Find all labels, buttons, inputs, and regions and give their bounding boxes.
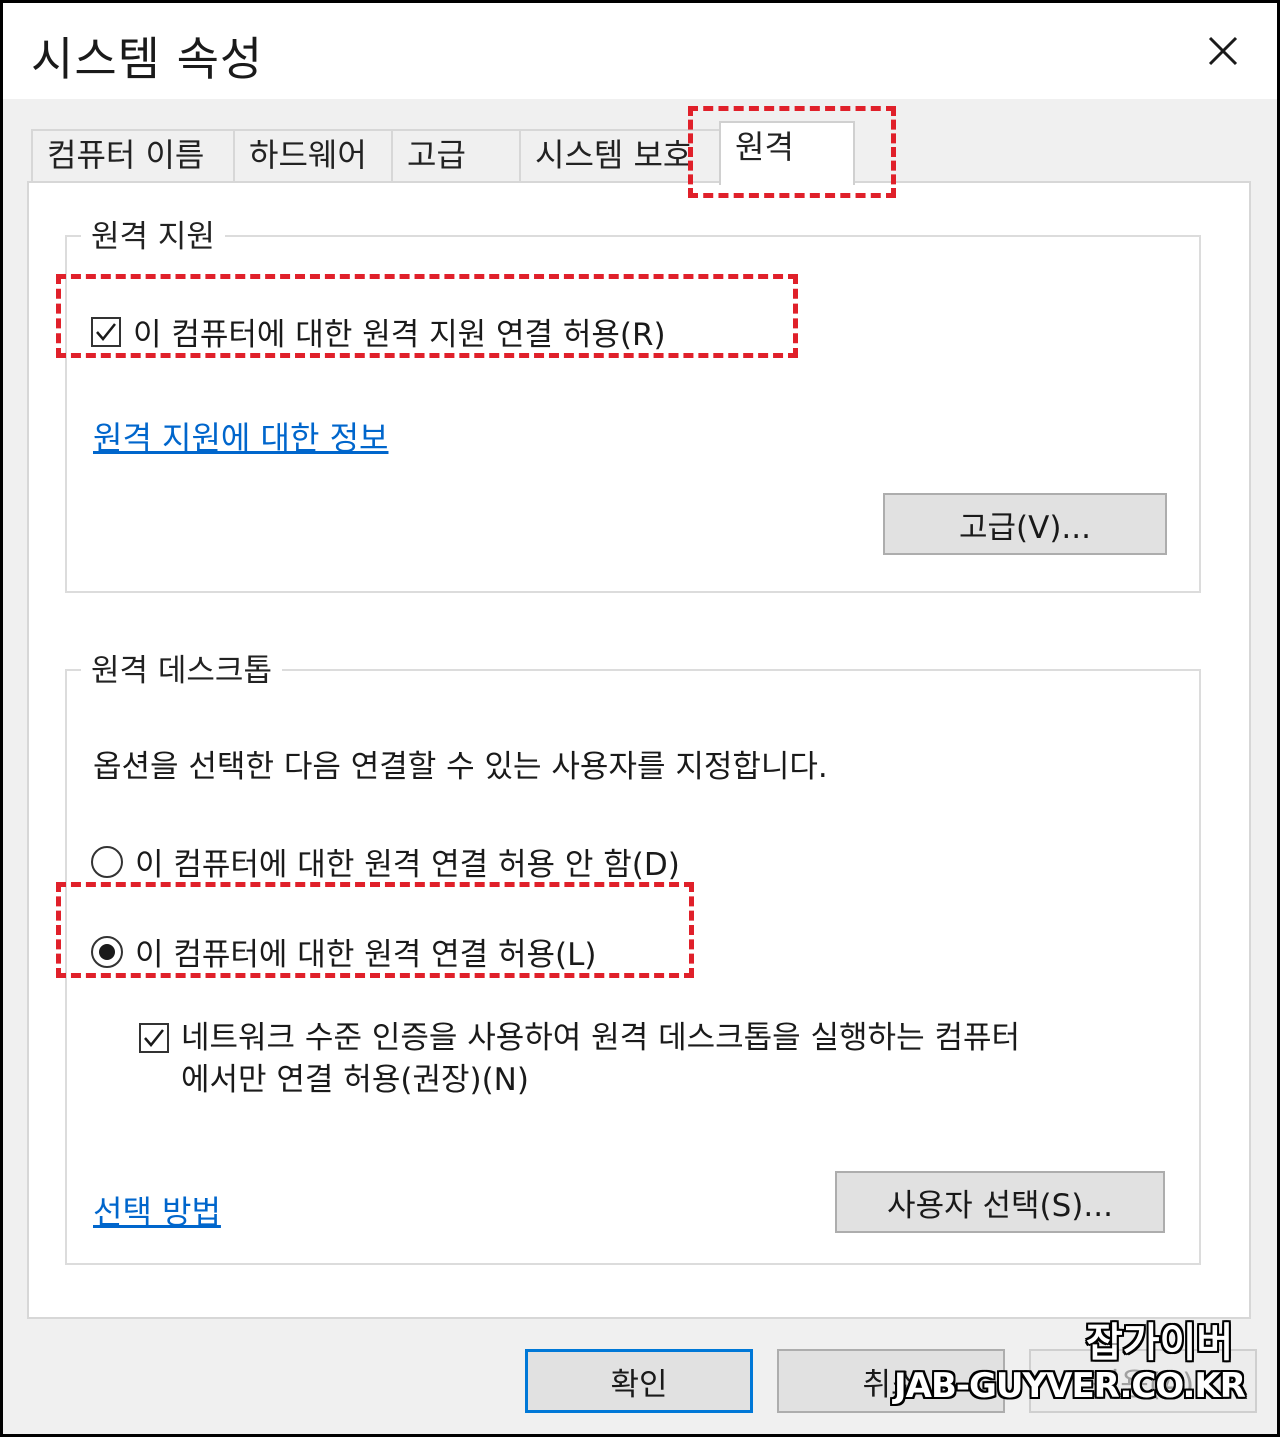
radio-deny-remote[interactable]: 이 컴퓨터에 대한 원격 연결 허용 안 함(D) bbox=[91, 839, 680, 884]
remote-assistance-group: 원격 지원 이 컴퓨터에 대한 원격 지원 연결 허용(R) 원격 지원에 대한… bbox=[65, 211, 1201, 593]
ok-button[interactable]: 확인 bbox=[525, 1349, 753, 1413]
tab-hardware[interactable]: 하드웨어 bbox=[233, 129, 393, 181]
watermark-korean: 잡가이버 bbox=[1086, 1320, 1234, 1366]
checkmark-icon bbox=[144, 1029, 164, 1047]
title-bar: 시스템 속성 bbox=[3, 3, 1277, 99]
allow-remote-assistance-checkbox[interactable]: 이 컴퓨터에 대한 원격 지원 연결 허용(R) bbox=[91, 309, 666, 354]
radio-dot bbox=[99, 943, 115, 960]
nla-label: 네트워크 수준 인증을 사용하여 원격 데스크톱을 실행하는 컴퓨터 에서만 연… bbox=[181, 1017, 1020, 1101]
close-button[interactable] bbox=[1183, 15, 1263, 87]
remote-tab-page: 원격 지원 이 컴퓨터에 대한 원격 지원 연결 허용(R) 원격 지원에 대한… bbox=[27, 181, 1251, 1319]
nla-checkbox[interactable]: 네트워크 수준 인증을 사용하여 원격 데스크톱을 실행하는 컴퓨터 에서만 연… bbox=[139, 1017, 1020, 1101]
checkbox-box[interactable] bbox=[91, 316, 121, 347]
tab-system-protection[interactable]: 시스템 보호 bbox=[519, 129, 723, 181]
allow-remote-assistance-label: 이 컴퓨터에 대한 원격 지원 연결 허용(R) bbox=[133, 317, 666, 353]
remote-assistance-title: 원격 지원 bbox=[81, 211, 225, 256]
window-title: 시스템 속성 bbox=[31, 32, 264, 86]
radio-deny-label: 이 컴퓨터에 대한 원격 연결 허용 안 함(D) bbox=[135, 847, 680, 883]
system-properties-dialog: 시스템 속성 컴퓨터 이름 하드웨어 고급 시스템 보호 원격 원격 지원 이 … bbox=[0, 0, 1280, 1437]
radio-allow-label: 이 컴퓨터에 대한 원격 연결 허용(L) bbox=[135, 937, 597, 973]
remote-desktop-title: 원격 데스크톱 bbox=[81, 645, 282, 690]
checkmark-icon bbox=[96, 322, 116, 341]
tab-advanced[interactable]: 고급 bbox=[391, 129, 521, 181]
remote-assistance-info-link[interactable]: 원격 지원에 대한 정보 bbox=[93, 413, 388, 459]
nla-label-line1: 네트워크 수준 인증을 사용하여 원격 데스크톱을 실행하는 컴퓨터 bbox=[181, 1020, 1021, 1056]
nla-label-line2: 에서만 연결 허용(권장)(N) bbox=[181, 1062, 529, 1098]
remote-desktop-description: 옵션을 선택한 다음 연결할 수 있는 사용자를 지정합니다. bbox=[93, 749, 828, 785]
radio-allow-remote[interactable]: 이 컴퓨터에 대한 원격 연결 허용(L) bbox=[91, 929, 597, 974]
radio-circle[interactable] bbox=[91, 845, 123, 878]
help-me-choose-link[interactable]: 선택 방법 bbox=[93, 1187, 221, 1233]
tab-remote[interactable]: 원격 bbox=[719, 121, 855, 185]
checkbox-box[interactable] bbox=[139, 1023, 169, 1053]
select-users-button[interactable]: 사용자 선택(S)... bbox=[835, 1171, 1165, 1233]
remote-desktop-group: 원격 데스크톱 옵션을 선택한 다음 연결할 수 있는 사용자를 지정합니다. … bbox=[65, 645, 1201, 1265]
tab-computer-name[interactable]: 컴퓨터 이름 bbox=[31, 129, 235, 181]
radio-circle-selected[interactable] bbox=[91, 935, 123, 968]
close-icon bbox=[1208, 36, 1238, 66]
watermark-english: JAB-GUYVER.CO.KR bbox=[894, 1366, 1246, 1406]
advanced-button[interactable]: 고급(V)... bbox=[883, 493, 1167, 555]
